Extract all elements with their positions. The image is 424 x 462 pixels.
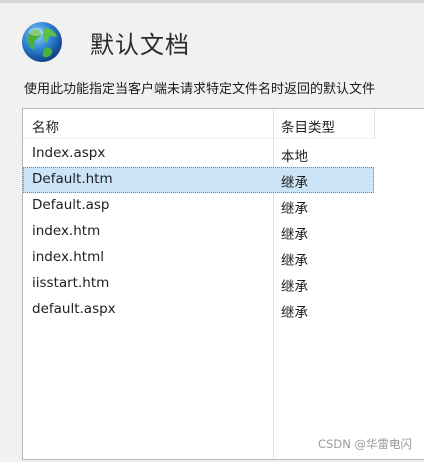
- column-header-type[interactable]: 条目类型: [281, 116, 335, 136]
- column-header-name[interactable]: 名称: [32, 116, 59, 136]
- table-header: 名称 条目类型: [23, 109, 374, 139]
- row-type: 继承: [281, 279, 308, 295]
- row-type: 继承: [281, 305, 308, 321]
- default-documents-list[interactable]: 名称 条目类型 Index.aspx 本地 Default.htm 继承 Def…: [22, 108, 424, 460]
- row-name: default.aspx: [32, 301, 116, 317]
- page-title: 默认文档: [90, 30, 190, 59]
- table-row[interactable]: Index.aspx 本地: [23, 141, 374, 167]
- table-row[interactable]: index.html 继承: [23, 245, 374, 271]
- row-name: index.html: [32, 249, 104, 265]
- row-name: Default.htm: [32, 171, 113, 187]
- table-row[interactable]: Default.asp 继承: [23, 193, 374, 219]
- row-name: index.htm: [32, 223, 101, 239]
- globe-icon: [22, 22, 62, 62]
- row-name: Index.aspx: [32, 145, 106, 161]
- table-row-selected[interactable]: Default.htm 继承: [23, 167, 374, 193]
- row-type: 继承: [281, 175, 308, 191]
- table-row[interactable]: default.aspx 继承: [23, 297, 374, 323]
- row-type: 继承: [281, 253, 308, 269]
- window-top-border: [0, 0, 424, 3]
- watermark: CSDN @华雷电闪: [318, 437, 412, 451]
- row-type: 本地: [281, 149, 308, 165]
- row-name: iisstart.htm: [32, 275, 110, 291]
- description-text: 使用此功能指定当客户端未请求特定文件名时返回的默认文件: [24, 82, 376, 97]
- table-row[interactable]: index.htm 继承: [23, 219, 374, 245]
- row-type: 继承: [281, 227, 308, 243]
- column-divider-end: [374, 109, 375, 139]
- row-type: 继承: [281, 201, 308, 217]
- row-name: Default.asp: [32, 197, 110, 213]
- page-header: 默认文档: [18, 14, 190, 70]
- table-row[interactable]: iisstart.htm 继承: [23, 271, 374, 297]
